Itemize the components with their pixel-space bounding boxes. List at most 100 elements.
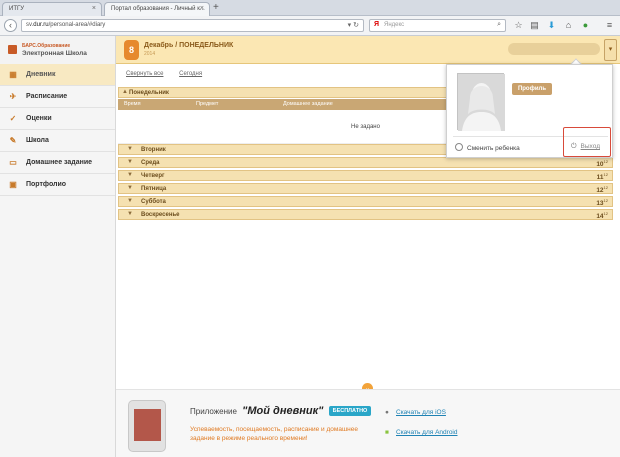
user-popup: Профиль Сменить ребенка ⏻ Выход [446,64,613,158]
download-icon[interactable]: ⬇ [546,20,557,31]
ios-label: Скачать для iOS [396,409,446,416]
day-date: 1412 [596,211,608,220]
chevron-down-icon: ▾ [608,46,613,53]
chevron-down-icon: ▼ [127,211,133,217]
logout-link[interactable]: ⏻ Выход [571,143,600,151]
bookmark-star-icon[interactable]: ☆ [513,20,524,31]
reload-icon[interactable]: ▾ ↻ [348,21,359,29]
day-row-thursday[interactable]: ▼ Четверг 1112 [118,170,613,181]
collapse-all-link[interactable]: Свернуть все [126,71,163,77]
search-input[interactable]: Я Яндекс ⌕ [369,19,506,32]
android-label: Скачать для Android [396,429,458,436]
chevron-down-icon: ▼ [127,172,133,178]
date-title: Декабрь / ПОНЕДЕЛЬНИК [144,42,234,49]
sidebar-item-label: Оценки [26,115,52,122]
phone-illustration [128,400,166,452]
day-month: 12 [603,185,608,190]
sidebar-item-homework[interactable]: ▭ Домашнее задание [0,152,115,174]
school-icon: ✎ [9,136,17,145]
day-label: Суббота [141,199,166,205]
sidebar-item-schedule[interactable]: ✈ Расписание [0,86,115,108]
day-num: 10 [596,161,604,169]
user-name-pill[interactable] [508,43,600,55]
app-prefix: Приложение [190,407,237,416]
day-row-saturday[interactable]: ▼ Суббота 1312 [118,196,613,207]
day-label: Среда [141,160,160,166]
chevron-down-icon: ▼ [127,185,133,191]
menu-icon[interactable]: ≡ [604,20,615,31]
schedule-icon: ✈ [9,92,17,101]
app-name: "Мой дневник" [242,405,324,417]
close-icon[interactable]: × [92,5,96,12]
column-subject: Предмет [196,101,219,107]
app-title: Приложение "Мой дневник" БЕСПЛАТНО [190,405,372,417]
search-placeholder: Яндекс [384,22,405,28]
day-row-friday[interactable]: ▼ Пятница 1212 [118,183,613,194]
chevron-up-icon: ▲ [122,89,128,95]
sidebar-item-portfolio[interactable]: ▣ Портфолио [0,174,115,196]
day-label: Вторник [141,147,166,153]
sidebar-item-label: Домашнее задание [26,159,93,166]
day-date: 1212 [596,185,608,194]
date-year: 2014 [144,51,156,57]
new-tab-button[interactable]: + [213,2,219,13]
sidebar-item-label: Дневник [26,71,56,78]
day-month: 12 [603,211,608,216]
search-icon[interactable]: ⌕ [497,21,501,29]
chevron-down-icon: ▼ [127,198,133,204]
brand-logo-area[interactable]: БАРС.Образование Электронная Школа [0,36,116,64]
portfolio-icon: ▣ [9,180,17,189]
day-date: 1112 [597,172,608,181]
sidebar-item-label: Портфолио [26,181,67,188]
power-icon: ⏻ [571,143,577,150]
yandex-icon: Я [374,21,380,28]
today-link[interactable]: Сегодня [179,71,202,77]
extension-icon[interactable]: ● [580,20,591,31]
bookmarks-list-icon[interactable]: ▤ [529,20,540,31]
app-promo-footer: Приложение "Мой дневник" БЕСПЛАТНО Успев… [116,389,620,457]
day-label: Четверг [141,173,165,179]
day-month: 12 [603,172,608,177]
day-row-sunday[interactable]: ▼ Воскресенье 1412 [118,209,613,220]
sidebar-item-diary[interactable]: ▦ Дневник [0,64,115,86]
app-header: БАРС.Образование Электронная Школа 8 Дек… [0,36,620,64]
url-host: dur.ru [33,22,49,28]
day-date: 1012 [596,159,608,168]
column-time: Время [124,101,141,107]
back-icon[interactable]: ‹ [4,19,17,32]
profile-button[interactable]: Профиль [512,83,552,95]
free-badge: БЕСПЛАТНО [328,406,372,416]
switch-child-link[interactable]: Сменить ребенка [455,143,520,152]
android-download-link[interactable]: ■ Скачать для Android [382,429,458,436]
day-date: 1312 [596,198,608,207]
sidebar-item-school[interactable]: ✎ Школа [0,130,115,152]
sidebar-item-grades[interactable]: ✓ Оценки [0,108,115,130]
browser-toolbar: ‹ sv.dur.ru/personal-area/#diary ▾ ↻ Я Я… [0,16,620,36]
app-description: Успеваемость, посещаемость, расписание и… [190,426,358,442]
logout-highlight [563,127,611,157]
apple-icon: ● [385,409,389,416]
date-badge: 8 [124,40,139,60]
sidebar-item-label: Школа [26,137,49,144]
phone-screen [134,409,161,441]
day-row-wednesday[interactable]: ▼ Среда 1012 [118,157,613,168]
address-bar[interactable]: sv.dur.ru/personal-area/#diary ▾ ↻ [21,19,364,32]
user-dropdown-button[interactable]: ▾ [604,39,617,61]
sidebar-item-label: Расписание [26,93,68,100]
day-num: 12 [596,187,604,195]
day-num: 13 [596,200,604,208]
chevron-down-icon: ▼ [127,159,133,165]
browser-tab-portal[interactable]: Портал образования - Личный к... × [104,2,210,16]
browser-tab-itgu[interactable]: ИТГУ × [2,2,102,16]
grades-icon: ✓ [9,114,17,123]
switch-child-label: Сменить ребенка [467,145,520,152]
day-label: Воскресенье [141,212,180,218]
switch-user-icon [455,143,463,151]
close-icon[interactable]: × [200,5,204,12]
sidebar: ▦ Дневник ✈ Расписание ✓ Оценки ✎ Школа … [0,64,116,457]
home-icon[interactable]: ⌂ [563,20,574,31]
diary-icon: ▦ [9,70,17,79]
day-num: 14 [596,213,604,221]
ios-download-link[interactable]: ● Скачать для iOS [382,409,446,416]
chevron-down-icon: ▼ [127,146,133,152]
